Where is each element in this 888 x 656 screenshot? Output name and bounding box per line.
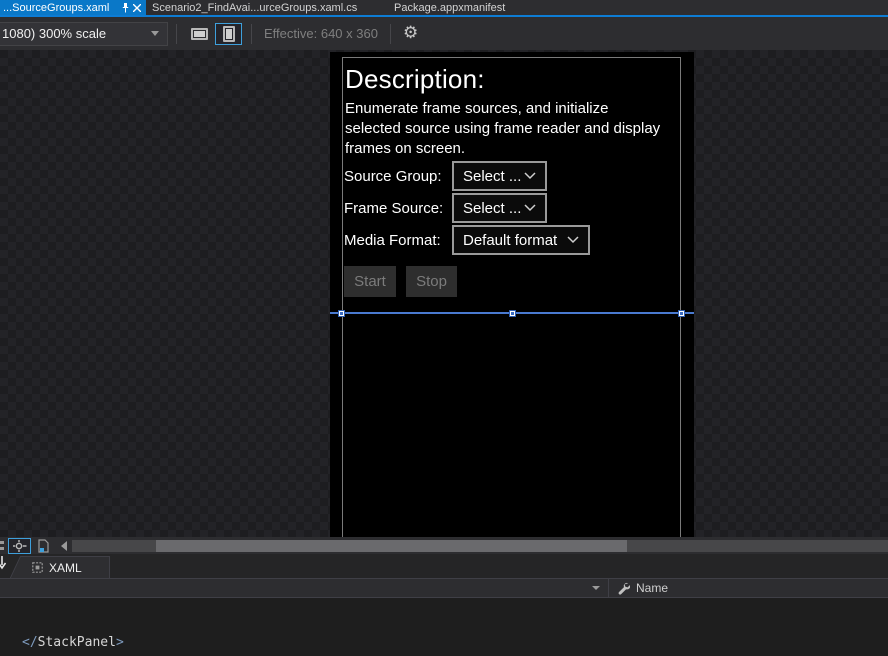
selection-handle-center[interactable] <box>509 310 516 317</box>
frame-source-row: Frame Source: Select ... <box>344 193 670 223</box>
xaml-editor-tab[interactable]: XAML <box>24 556 110 578</box>
wrench-icon <box>617 582 630 595</box>
close-icon[interactable] <box>131 2 143 14</box>
gear-icon[interactable]: ⚙ <box>403 25 418 42</box>
horizontal-scrollbar[interactable] <box>72 540 888 552</box>
landscape-icon <box>191 28 208 40</box>
xaml-document-icon <box>32 562 43 573</box>
pin-icon[interactable] <box>119 2 131 14</box>
chevron-down-icon <box>567 236 579 244</box>
stop-button[interactable]: Stop <box>406 266 457 297</box>
code-lines: </StackPanel> <Image Name="PreviewImage"… <box>22 635 888 656</box>
designer-toolbar: 1080) 300% scale Effective: 640 x 360 ⚙ <box>0 17 888 50</box>
triangle-left-icon <box>61 541 67 551</box>
start-button[interactable]: Start <box>344 266 396 297</box>
frame-source-combobox[interactable]: Select ... <box>452 193 547 223</box>
effective-resolution-label: Effective: 640 x 360 <box>260 26 382 41</box>
toolbar-separator <box>251 24 252 44</box>
design-surface: Description: Enumerate frame sources, an… <box>0 50 888 537</box>
description-text: Enumerate frame sources, and initialize … <box>344 99 666 159</box>
name-search-box[interactable]: Name <box>609 579 888 597</box>
xaml-tab-label: XAML <box>49 561 82 575</box>
xaml-pane-tabstrip: XAML <box>0 554 888 578</box>
element-dropdown[interactable] <box>0 579 608 597</box>
xaml-code-editor[interactable]: </StackPanel> <Image Name="PreviewImage"… <box>0 598 888 656</box>
start-stop-row: Start Stop <box>344 266 670 297</box>
tab-package-appxmanifest[interactable]: Package.appxmanifest <box>390 0 540 15</box>
crosshair-icon <box>13 540 27 552</box>
combobox-value: Select ... <box>463 168 521 185</box>
chevron-down-icon <box>524 204 536 212</box>
stackpanel-outline[interactable]: Description: Enumerate frame sources, an… <box>342 57 681 537</box>
media-format-label: Media Format: <box>344 232 452 249</box>
portrait-icon <box>223 26 235 42</box>
zoom-scale-value: 1080) 300% scale <box>2 26 106 41</box>
source-group-label: Source Group: <box>344 168 452 185</box>
description-heading: Description: <box>344 64 670 95</box>
selection-handle-left[interactable] <box>338 310 345 317</box>
chevron-down-icon <box>592 586 600 590</box>
frame-source-label: Frame Source: <box>344 200 452 217</box>
name-placeholder: Name <box>636 581 668 595</box>
toolbar-separator <box>390 24 391 44</box>
tab-scenario2-cs[interactable]: Scenario2_FindAvai...urceGroups.xaml.cs <box>146 0 390 15</box>
source-group-row: Source Group: Select ... <box>344 161 670 191</box>
tab-label: Scenario2_FindAvai...urceGroups.xaml.cs <box>152 2 357 14</box>
combobox-value: Select ... <box>463 200 521 217</box>
document-binding-icon <box>36 539 50 553</box>
chevron-down-icon <box>151 31 159 36</box>
clipped-tool-icon[interactable] <box>0 540 4 552</box>
selection-handle-right[interactable] <box>678 310 685 317</box>
toolbar-separator <box>176 24 177 44</box>
designer-bottom-strip <box>0 537 888 554</box>
code-line[interactable] <box>22 651 888 656</box>
document-tabbar: ...SourceGroups.xaml Scenario2_FindAvai.… <box>0 0 888 15</box>
source-group-combobox[interactable]: Select ... <box>452 161 547 191</box>
pan-tool-button[interactable] <box>8 538 31 554</box>
collapse-pane-arrow-icon[interactable] <box>0 556 8 571</box>
tab-label: ...SourceGroups.xaml <box>3 2 119 14</box>
tab-label: Package.appxmanifest <box>394 2 505 14</box>
landscape-orientation-button[interactable] <box>186 23 213 45</box>
media-format-row: Media Format: Default format <box>344 225 670 255</box>
combobox-value: Default format <box>463 232 557 249</box>
portrait-orientation-button[interactable] <box>215 23 242 45</box>
xaml-navigation-bar: Name <box>0 578 888 598</box>
binding-tool-button[interactable] <box>31 538 54 554</box>
scrollbar-left-button[interactable] <box>57 539 71 553</box>
zoom-scale-combobox[interactable]: 1080) 300% scale <box>0 22 168 46</box>
scrollbar-thumb[interactable] <box>156 540 627 552</box>
media-format-combobox[interactable]: Default format <box>452 225 590 255</box>
tab-sourcegroups-xaml[interactable]: ...SourceGroups.xaml <box>0 0 146 15</box>
chevron-down-icon <box>524 172 536 180</box>
code-line[interactable]: </StackPanel> <box>22 635 888 651</box>
phone-artboard[interactable]: Description: Enumerate frame sources, an… <box>330 52 694 537</box>
